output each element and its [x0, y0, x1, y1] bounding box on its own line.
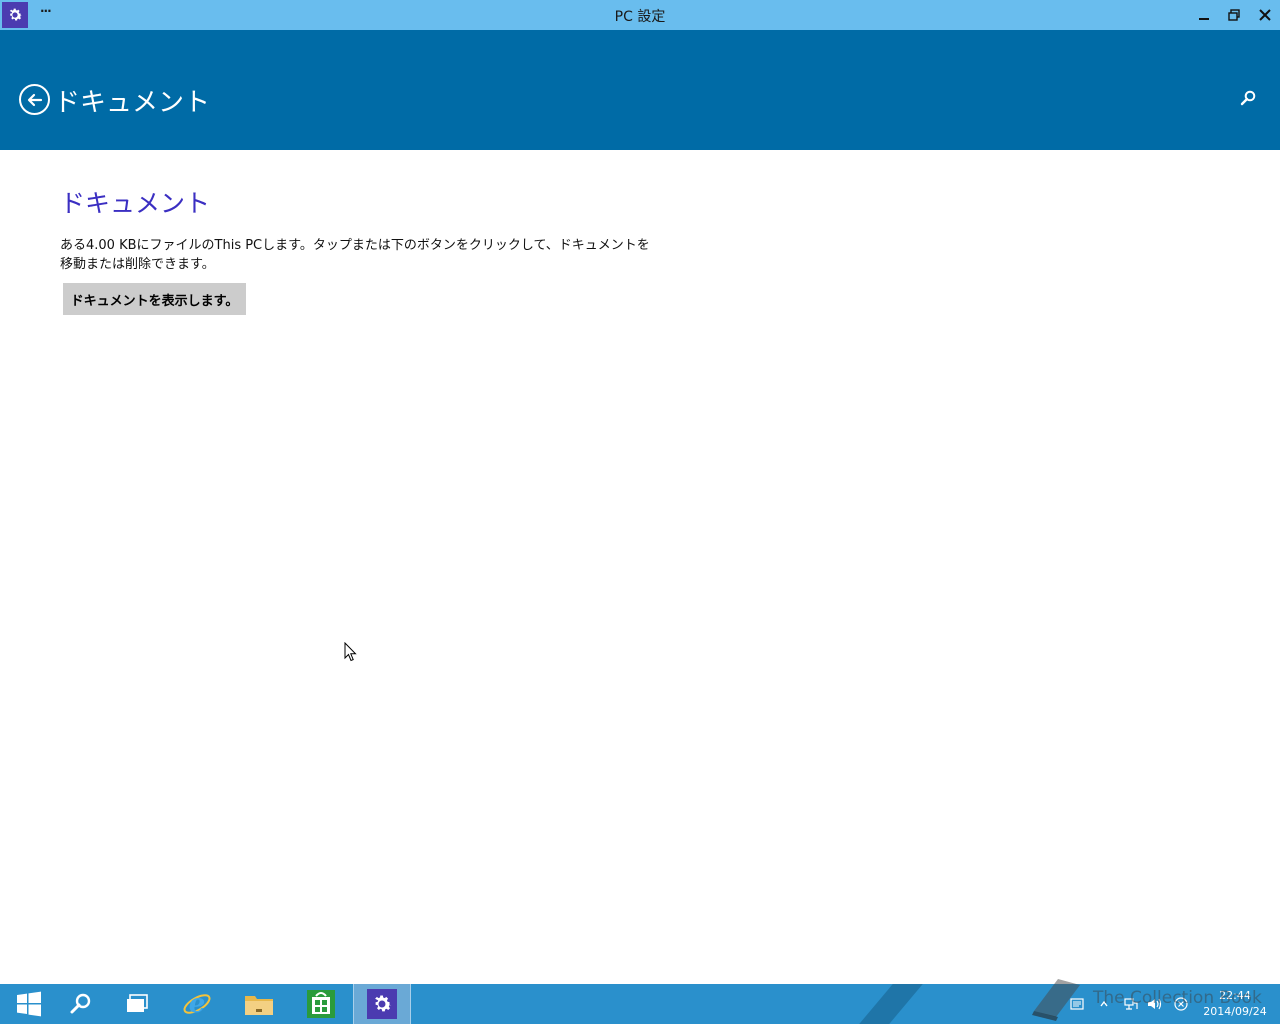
internet-explorer-button[interactable]: e [168, 984, 226, 1024]
taskbar-decoration [859, 984, 923, 1024]
taskbar-search-button[interactable] [52, 984, 110, 1024]
page-title: ドキュメント [60, 189, 211, 218]
search-button[interactable] [1240, 90, 1262, 112]
arrow-left-icon [27, 93, 42, 106]
task-view-icon [127, 994, 148, 1012]
minimize-icon [1199, 18, 1209, 20]
close-button[interactable] [1250, 0, 1280, 30]
gear-icon [367, 989, 397, 1019]
file-explorer-button[interactable] [230, 984, 288, 1024]
svg-text:e: e [189, 989, 206, 1019]
title-bar: ··· PC 設定 [0, 0, 1280, 30]
task-view-button[interactable] [108, 984, 166, 1024]
search-icon [70, 993, 91, 1014]
minimize-button[interactable] [1189, 0, 1219, 30]
search-icon [1240, 90, 1256, 106]
internet-explorer-icon: e [183, 989, 211, 1019]
page-header: ドキュメント [0, 30, 1280, 150]
book-watermark-icon [1032, 979, 1080, 1021]
start-icon [17, 991, 41, 1017]
mouse-cursor-icon [344, 642, 357, 662]
store-icon [307, 990, 335, 1018]
taskbar: e 22:44 2014/09/24 [0, 984, 1280, 1024]
header-title: ドキュメント [54, 88, 211, 118]
window-title: PC 設定 [614, 9, 666, 25]
restore-button[interactable] [1219, 0, 1249, 30]
store-button[interactable] [292, 984, 350, 1024]
pc-settings-taskbar-button[interactable] [353, 984, 411, 1024]
show-documents-button[interactable]: ドキュメントを表示します。 [63, 283, 246, 315]
restore-icon [1228, 9, 1240, 21]
folder-icon [245, 996, 273, 1015]
close-icon [1259, 9, 1271, 21]
watermark-text: The Collection Book [1093, 988, 1262, 1008]
documents-description: ある4.00 KBにファイルのThis PCします。タップまたは下のボタンをクリ… [60, 238, 650, 272]
start-button[interactable] [0, 984, 58, 1024]
back-button[interactable] [19, 84, 50, 115]
